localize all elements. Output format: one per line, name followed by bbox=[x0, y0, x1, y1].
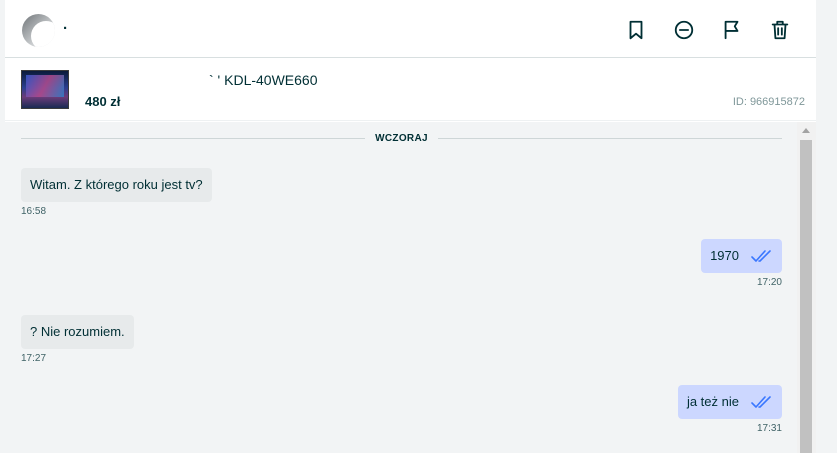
listing-id: ID: 966915872 bbox=[732, 96, 805, 108]
trash-icon bbox=[771, 20, 789, 40]
listing-price: 480 zł bbox=[85, 94, 121, 109]
message-text: Witam. Z którego roku jest tv? bbox=[30, 177, 203, 192]
message-time: 16:58 bbox=[21, 206, 47, 217]
message-bubble: ja też nie bbox=[677, 385, 782, 419]
listing-summary[interactable]: ` ' KDL-40WE660 480 zł ID: 966915872 bbox=[5, 59, 816, 121]
message-incoming: Witam. Z którego roku jest tv? 16:58 bbox=[21, 168, 212, 217]
username[interactable]: · bbox=[63, 20, 68, 37]
bookmark-icon bbox=[629, 20, 643, 40]
delete-button[interactable] bbox=[766, 16, 794, 44]
message-bubble: 1970 bbox=[701, 239, 782, 273]
message-text: ja też nie bbox=[686, 394, 739, 409]
message-outgoing: ja też nie 17:31 bbox=[677, 385, 782, 434]
block-user-button[interactable] bbox=[670, 16, 698, 44]
read-receipt-icon bbox=[751, 395, 773, 409]
bookmark-button[interactable] bbox=[622, 16, 650, 44]
scrollbar[interactable] bbox=[797, 122, 816, 453]
message-time: 17:20 bbox=[756, 277, 782, 288]
listing-title[interactable]: ` ' KDL-40WE660 bbox=[209, 72, 318, 88]
message-time: 17:27 bbox=[21, 353, 47, 364]
block-icon bbox=[674, 20, 694, 40]
message-bubble: ? Nie rozumiem. bbox=[21, 315, 134, 349]
message-time: 17:31 bbox=[756, 423, 782, 434]
scroll-up-arrow-icon[interactable] bbox=[802, 128, 810, 133]
listing-thumbnail[interactable] bbox=[21, 70, 69, 109]
conversation-header: · bbox=[5, 0, 816, 58]
scrollbar-thumb[interactable] bbox=[800, 140, 812, 453]
flag-icon bbox=[724, 20, 739, 40]
message-text: 1970 bbox=[710, 248, 739, 263]
message-list: WCZORAJ Witam. Z którego roku jest tv? 1… bbox=[5, 122, 797, 453]
read-receipt-icon bbox=[751, 249, 773, 263]
message-bubble: Witam. Z którego roku jest tv? bbox=[21, 168, 212, 202]
message-text: ? Nie rozumiem. bbox=[30, 324, 125, 339]
report-button[interactable] bbox=[718, 16, 746, 44]
header-actions bbox=[622, 16, 794, 44]
message-outgoing: 1970 17:20 bbox=[701, 239, 782, 288]
day-separator: WCZORAJ bbox=[21, 132, 782, 144]
day-label: WCZORAJ bbox=[375, 132, 428, 144]
message-incoming: ? Nie rozumiem. 17:27 bbox=[21, 315, 134, 364]
divider bbox=[437, 137, 782, 139]
divider bbox=[21, 137, 366, 139]
avatar[interactable] bbox=[22, 14, 55, 47]
